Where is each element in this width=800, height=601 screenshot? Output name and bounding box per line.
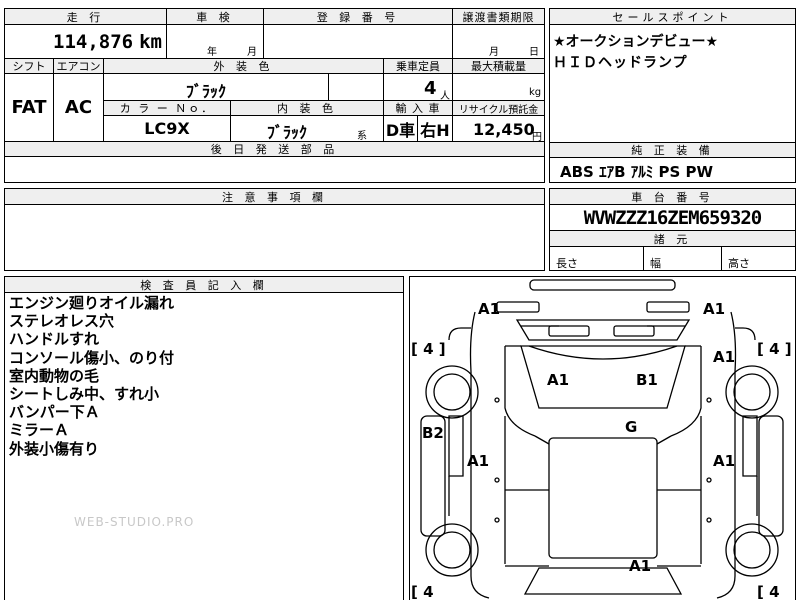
- notes-header: 注 意 事 項 欄: [4, 188, 545, 205]
- import-header: 輸 入 車: [383, 100, 453, 116]
- loadcap-cell: kg: [452, 73, 545, 101]
- exterior-cell: ﾌﾞﾗｯｸ: [103, 73, 329, 101]
- selling-point-2: ＨＩＤヘッドランプ: [553, 55, 688, 71]
- transfer-day: 日: [529, 47, 539, 58]
- height-label: 高さ: [728, 257, 750, 270]
- equipment-value: ABS ｴｱB ｱﾙﾐ PS PW: [560, 163, 714, 181]
- colorno-cell: LC9X: [103, 115, 231, 142]
- damage-mark: B2: [422, 424, 444, 442]
- aircon-header: エアコン: [53, 58, 104, 74]
- chassis-cell: WVWZZZ16ZEM659320: [549, 204, 796, 231]
- width-cell: 幅: [643, 246, 722, 271]
- mileage-cell: 114,876 km: [4, 24, 167, 59]
- transfer-cell: 月 日: [452, 24, 545, 59]
- damage-mark: A1: [547, 371, 570, 389]
- transfer-header: 譲渡書類期限: [452, 8, 545, 25]
- colorno-value: LC9X: [144, 119, 190, 138]
- inspection-year: 年: [207, 47, 217, 58]
- recycle-cell: 12,450 円: [452, 115, 545, 143]
- damage-mark: B1: [636, 371, 658, 389]
- exterior-value: ﾌﾞﾗｯｸ: [186, 82, 227, 101]
- inspector-note: 室内動物の毛: [9, 366, 100, 385]
- interior-cell: ﾌﾞﾗｯｸ 系: [230, 115, 384, 142]
- inspection-header: 車 検: [166, 8, 264, 25]
- width-label: 幅: [650, 257, 661, 270]
- transfer-month: 月: [489, 47, 499, 58]
- registration-header: 登 録 番 号: [263, 8, 453, 25]
- inspection-cell: 年 月: [166, 24, 264, 59]
- chassis-header: 車 台 番 号: [549, 188, 796, 205]
- recycle-header: リサイクル預託金: [452, 100, 545, 116]
- inspector-note: エンジン廻りオイル漏れ: [9, 294, 175, 312]
- aircon-value: AC: [64, 97, 93, 118]
- registration-cell: [263, 24, 453, 59]
- damage-mark: A1: [703, 300, 726, 318]
- shift-value: FAT: [11, 97, 47, 118]
- tire-tread-front-left: [ 4 ]: [411, 340, 446, 358]
- inspection-month: 月: [247, 47, 257, 58]
- exterior-extra-cell: [328, 73, 384, 101]
- loadcap-header: 最大積載量: [452, 58, 545, 74]
- tire-tread-front-right: [ 4 ]: [757, 340, 792, 358]
- shift-header: シフト: [4, 58, 54, 74]
- colorno-header: カ ラ ー Ｎｏ．: [103, 100, 231, 116]
- parts-header: 後 日 発 送 部 品: [4, 141, 545, 157]
- selling-point-1: ★オークションデビュー★: [553, 34, 719, 50]
- import-handle: 右H: [420, 120, 450, 140]
- capacity-cell: 4 人: [383, 73, 453, 102]
- selling-points-header: セールスポイント: [549, 8, 796, 25]
- damage-mark: A1: [629, 557, 652, 575]
- capacity-value: 4: [424, 78, 437, 99]
- capacity-header: 乗車定員: [383, 58, 453, 74]
- chassis-value: WVWZZZ16ZEM659320: [583, 206, 762, 229]
- inspector-note: ハンドルすれ: [9, 330, 100, 349]
- damage-mark: A1: [713, 452, 736, 470]
- import-drive-cell: D車: [383, 115, 418, 142]
- equipment-header: 純 正 装 備: [549, 142, 796, 158]
- equipment-cell: ABS ｴｱB ｱﾙﾐ PS PW: [549, 157, 796, 183]
- loadcap-unit: kg: [529, 87, 542, 98]
- length-label: 長さ: [556, 257, 578, 270]
- damage-mark: G: [625, 418, 638, 436]
- inspector-note: ステレオレス穴: [9, 312, 115, 331]
- shift-cell: FAT: [4, 73, 54, 142]
- inspector-note: コンソール傷小、のり付: [9, 348, 175, 367]
- damage-mark: A1: [478, 300, 501, 318]
- aircon-cell: AC: [53, 73, 104, 142]
- import-handle-cell: 右H: [417, 115, 453, 142]
- height-cell: 高さ: [721, 246, 796, 271]
- car-diagram: [420, 279, 784, 599]
- interior-suffix: 系: [357, 131, 367, 142]
- import-drive: D車: [385, 120, 416, 140]
- length-cell: 長さ: [549, 246, 644, 271]
- inspector-note: バンパー下Ａ: [9, 403, 100, 422]
- damage-mark: A1: [713, 348, 736, 366]
- dims-header: 諸 元: [549, 230, 796, 247]
- inspector-note: シートしみ中、すれ小: [9, 385, 160, 404]
- exterior-header: 外 装 色: [103, 58, 384, 74]
- parts-cell: [4, 156, 545, 183]
- inspector-notes: エンジン廻りオイル漏れ ステレオレス穴 ハンドルすれ コンソール傷小、のり付 室…: [9, 294, 174, 458]
- selling-points-box: [549, 8, 796, 143]
- mileage-header: 走 行: [4, 8, 167, 25]
- tire-tread-rear-right: [ 4: [757, 583, 780, 601]
- inspector-header: 検 査 員 記 入 欄: [4, 276, 404, 293]
- watermark: WEB-STUDIO.PRO: [74, 515, 195, 529]
- tire-tread-rear-left: [ 4: [411, 583, 434, 601]
- recycle-value: 12,450: [473, 120, 535, 139]
- damage-mark: A1: [467, 452, 490, 470]
- inspector-note: 外装小傷有り: [9, 439, 100, 458]
- inspector-note: ミラーＡ: [9, 421, 70, 440]
- mileage-value: 114,876: [53, 30, 134, 53]
- interior-header: 内 装 色: [230, 100, 384, 116]
- interior-value: ﾌﾞﾗｯｸ: [267, 123, 308, 142]
- mileage-unit: km: [139, 30, 162, 53]
